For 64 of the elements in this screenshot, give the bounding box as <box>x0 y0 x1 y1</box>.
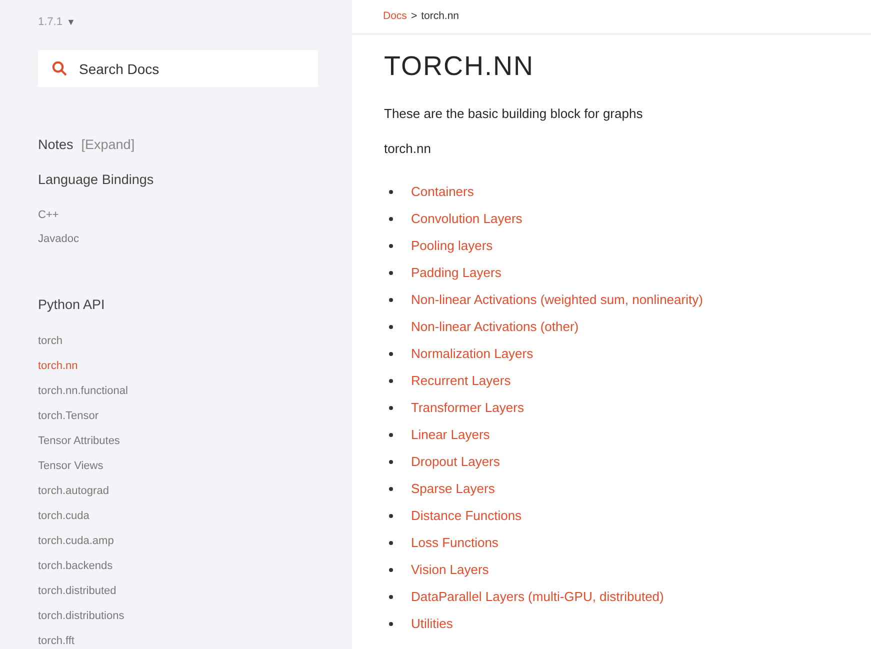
section-link[interactable]: Utilities <box>411 616 453 632</box>
bullet-icon <box>389 460 393 464</box>
sidebar-item[interactable]: torch.autograd <box>38 484 109 499</box>
bullet-icon <box>389 244 393 248</box>
bullet-icon <box>389 487 393 491</box>
section-link[interactable]: Sparse Layers <box>411 481 495 497</box>
section-link[interactable]: Pooling layers <box>411 238 493 254</box>
section-link[interactable]: Transformer Layers <box>411 400 524 416</box>
page-title: TORCH.NN <box>384 51 536 82</box>
bullet-icon <box>389 298 393 302</box>
bullet-icon <box>389 190 393 194</box>
sidebar-item[interactable]: torch.distributed <box>38 584 116 599</box>
bullet-icon <box>389 217 393 221</box>
search-input[interactable]: Search Docs <box>77 60 281 78</box>
section-link[interactable]: Padding Layers <box>411 265 502 281</box>
section-link[interactable]: Non-linear Activations (other) <box>411 319 579 335</box>
bullet-icon <box>389 379 393 383</box>
notes-heading: Notes <box>38 137 74 152</box>
section-link[interactable]: Distance Functions <box>411 508 522 524</box>
section-link[interactable]: Loss Functions <box>411 535 498 551</box>
sidebar-item[interactable]: torch.cuda <box>38 509 90 524</box>
sidebar-item[interactable]: torch.nn <box>38 359 78 374</box>
version-selector[interactable]: 1.7.1 <box>38 16 62 28</box>
section-link[interactable]: Linear Layers <box>411 427 490 443</box>
breadcrumb-current: torch.nn <box>421 10 460 22</box>
bullet-icon <box>389 271 393 275</box>
section-link[interactable]: Convolution Layers <box>411 211 522 227</box>
breadcrumb-separator: > <box>410 10 418 22</box>
search-bar[interactable]: Search Docs <box>38 50 318 87</box>
sidebar-item[interactable]: Tensor Attributes <box>38 434 120 449</box>
section-link[interactable]: Dropout Layers <box>411 454 500 470</box>
sidebar-item[interactable]: torch <box>38 334 62 349</box>
breadcrumb-link[interactable]: Docs <box>383 10 407 22</box>
bullet-icon <box>389 352 393 356</box>
section-link[interactable]: DataParallel Layers (multi-GPU, distributed) <box>411 589 664 605</box>
section-link[interactable]: Containers <box>411 184 474 200</box>
search-icon <box>52 61 67 76</box>
section-link[interactable]: Vision Layers <box>411 562 489 578</box>
section-heading: Language Bindings <box>38 172 155 187</box>
expand-link[interactable]: [Expand] <box>81 137 135 152</box>
section-link[interactable]: Recurrent Layers <box>411 373 511 389</box>
bullet-icon <box>389 325 393 329</box>
sidebar-item[interactable]: Tensor Views <box>38 459 104 474</box>
intro-text: These are the basic building block for graphs <box>384 106 644 121</box>
bullet-icon <box>389 514 393 518</box>
section-link[interactable]: Non-linear Activations (weighted sum, nonlinearity) <box>411 292 703 308</box>
sidebar-item[interactable]: torch.cuda.amp <box>38 534 114 549</box>
bullet-icon <box>389 406 393 410</box>
section-heading: Python API <box>38 297 106 312</box>
sidebar-item[interactable]: torch.fft <box>38 634 74 649</box>
sidebar-item[interactable]: torch.distributions <box>38 609 124 624</box>
sidebar-item[interactable]: torch.nn.functional <box>38 384 128 399</box>
caret-icon[interactable]: ▼ <box>66 17 76 27</box>
bullet-icon <box>389 622 393 626</box>
module-name: torch.nn <box>384 141 432 156</box>
sidebar-item[interactable]: torch.Tensor <box>38 409 99 424</box>
sidebar-item[interactable]: C++ <box>38 208 59 223</box>
bullet-icon <box>389 595 393 599</box>
bullet-icon <box>389 568 393 572</box>
bullet-icon <box>389 433 393 437</box>
section-link[interactable]: Normalization Layers <box>411 346 534 362</box>
bullet-icon <box>389 541 393 545</box>
sidebar-item[interactable]: Javadoc <box>38 232 79 247</box>
sidebar-item[interactable]: torch.backends <box>38 559 113 574</box>
